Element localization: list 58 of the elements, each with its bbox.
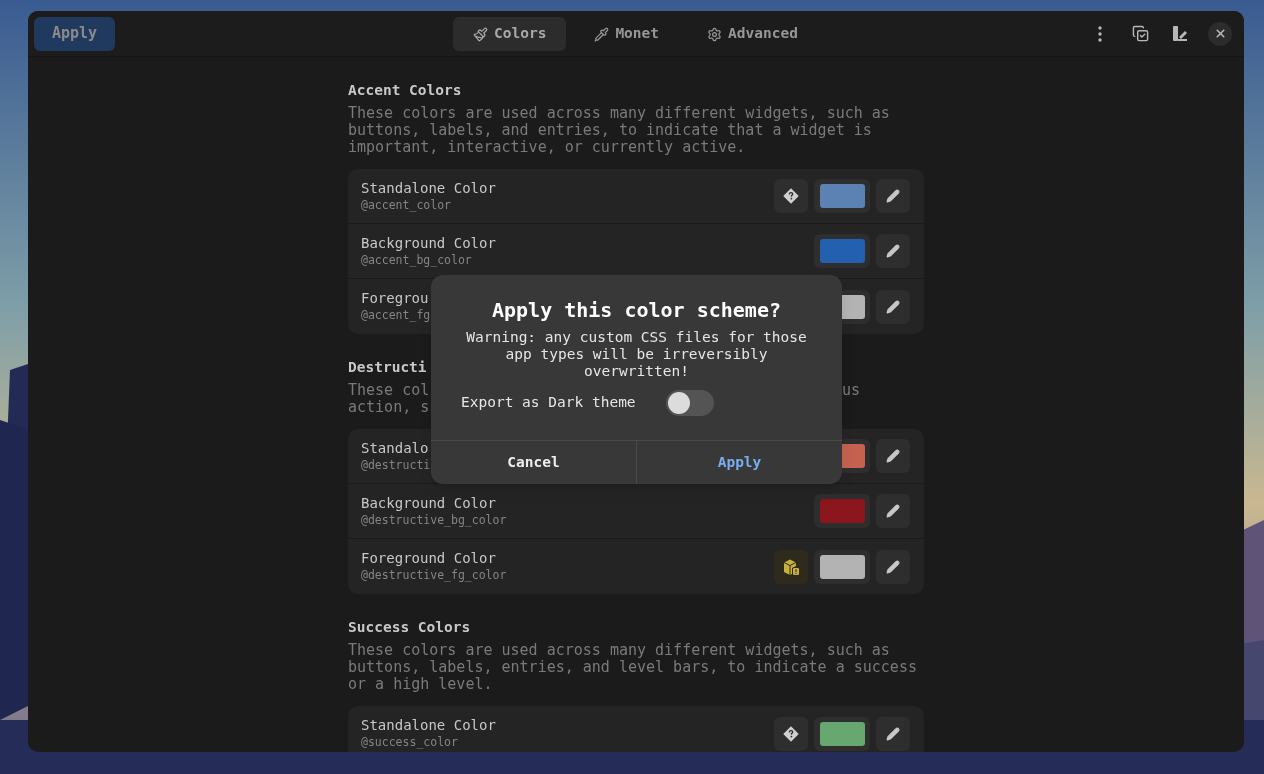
palette-edit-icon <box>1171 25 1189 42</box>
color-name: Standalo <box>361 438 429 457</box>
color-variable: @destructi <box>361 456 431 474</box>
contrast-warning-button[interactable] <box>774 549 808 584</box>
section-description: us <box>841 382 860 399</box>
color-variable: @accent_fg <box>361 307 431 324</box>
section-description: These colors are used across many different widgets, such as buttons, labels, entries, and level bars, to indicate a success or a high level. <box>348 642 918 693</box>
color-variable: @destructive_bg_color <box>361 511 507 529</box>
color-name: Background Color <box>361 233 496 252</box>
color-variable: @destructive_fg_color <box>361 567 507 584</box>
edit-button[interactable] <box>876 716 910 751</box>
color-name: Foregrou <box>361 289 429 307</box>
pencil-icon <box>886 189 900 203</box>
dialog-button[interactable]: Cancel <box>431 441 636 484</box>
color-name: Background Color <box>361 493 496 512</box>
toggle-label: Export as Dark theme <box>461 393 636 413</box>
edit-button[interactable] <box>876 439 910 473</box>
dialog-message: Warning: any custom CSS files for those app types will be irreversibly overwritten! <box>465 329 808 380</box>
color-variable: @success_color <box>361 734 458 751</box>
color-variable: @accent_color <box>361 196 451 214</box>
pencil-icon <box>886 299 900 314</box>
edit-button[interactable] <box>876 234 910 268</box>
view-tab[interactable]: Colors <box>453 17 567 51</box>
pencil-icon <box>886 559 900 574</box>
section-title: Accent Colors <box>348 81 462 99</box>
menu-icon <box>1098 25 1102 42</box>
package-warning-icon <box>782 557 800 576</box>
color-name: Standalone Color <box>361 716 496 734</box>
view-tab[interactable]: Advanced <box>687 17 818 51</box>
view-tab[interactable]: Monet <box>574 17 680 51</box>
edit-button[interactable] <box>876 179 910 213</box>
contrast-unknown-button[interactable] <box>774 179 808 213</box>
apply-button[interactable]: Apply <box>34 16 116 51</box>
color-variable: @accent_bg_color <box>361 251 472 269</box>
close-icon <box>1213 27 1227 40</box>
pencil-icon <box>886 244 900 258</box>
dialog-title: Apply this color scheme? <box>492 297 781 323</box>
section-description: action, s <box>348 399 430 416</box>
section-title: Destructi <box>348 358 427 376</box>
edit-button[interactable] <box>876 289 910 324</box>
edit-button[interactable] <box>876 494 910 528</box>
section-title: Success Colors <box>348 618 471 636</box>
pencil-icon <box>886 449 900 463</box>
gear-icon <box>707 26 723 42</box>
section-description: These colors are used across many different widgets, such as buttons, labels, and entries, to indicate that a widget is important, interactive, or currently active. <box>348 105 891 156</box>
close-button[interactable] <box>1208 21 1232 46</box>
brush-icon <box>473 26 488 42</box>
section-description: These col <box>348 382 430 399</box>
dialog-button[interactable]: Apply <box>636 441 842 484</box>
copy-check-icon <box>1131 25 1149 42</box>
color-name: Foreground Color <box>361 549 496 567</box>
dark-theme-switch[interactable] <box>665 390 714 416</box>
pipette-icon <box>594 26 610 42</box>
contrast-unknown-button[interactable] <box>774 716 808 751</box>
color-name: Standalone Color <box>361 178 496 197</box>
pencil-icon <box>886 726 900 741</box>
pencil-icon <box>886 504 900 518</box>
edit-button[interactable] <box>876 549 910 584</box>
